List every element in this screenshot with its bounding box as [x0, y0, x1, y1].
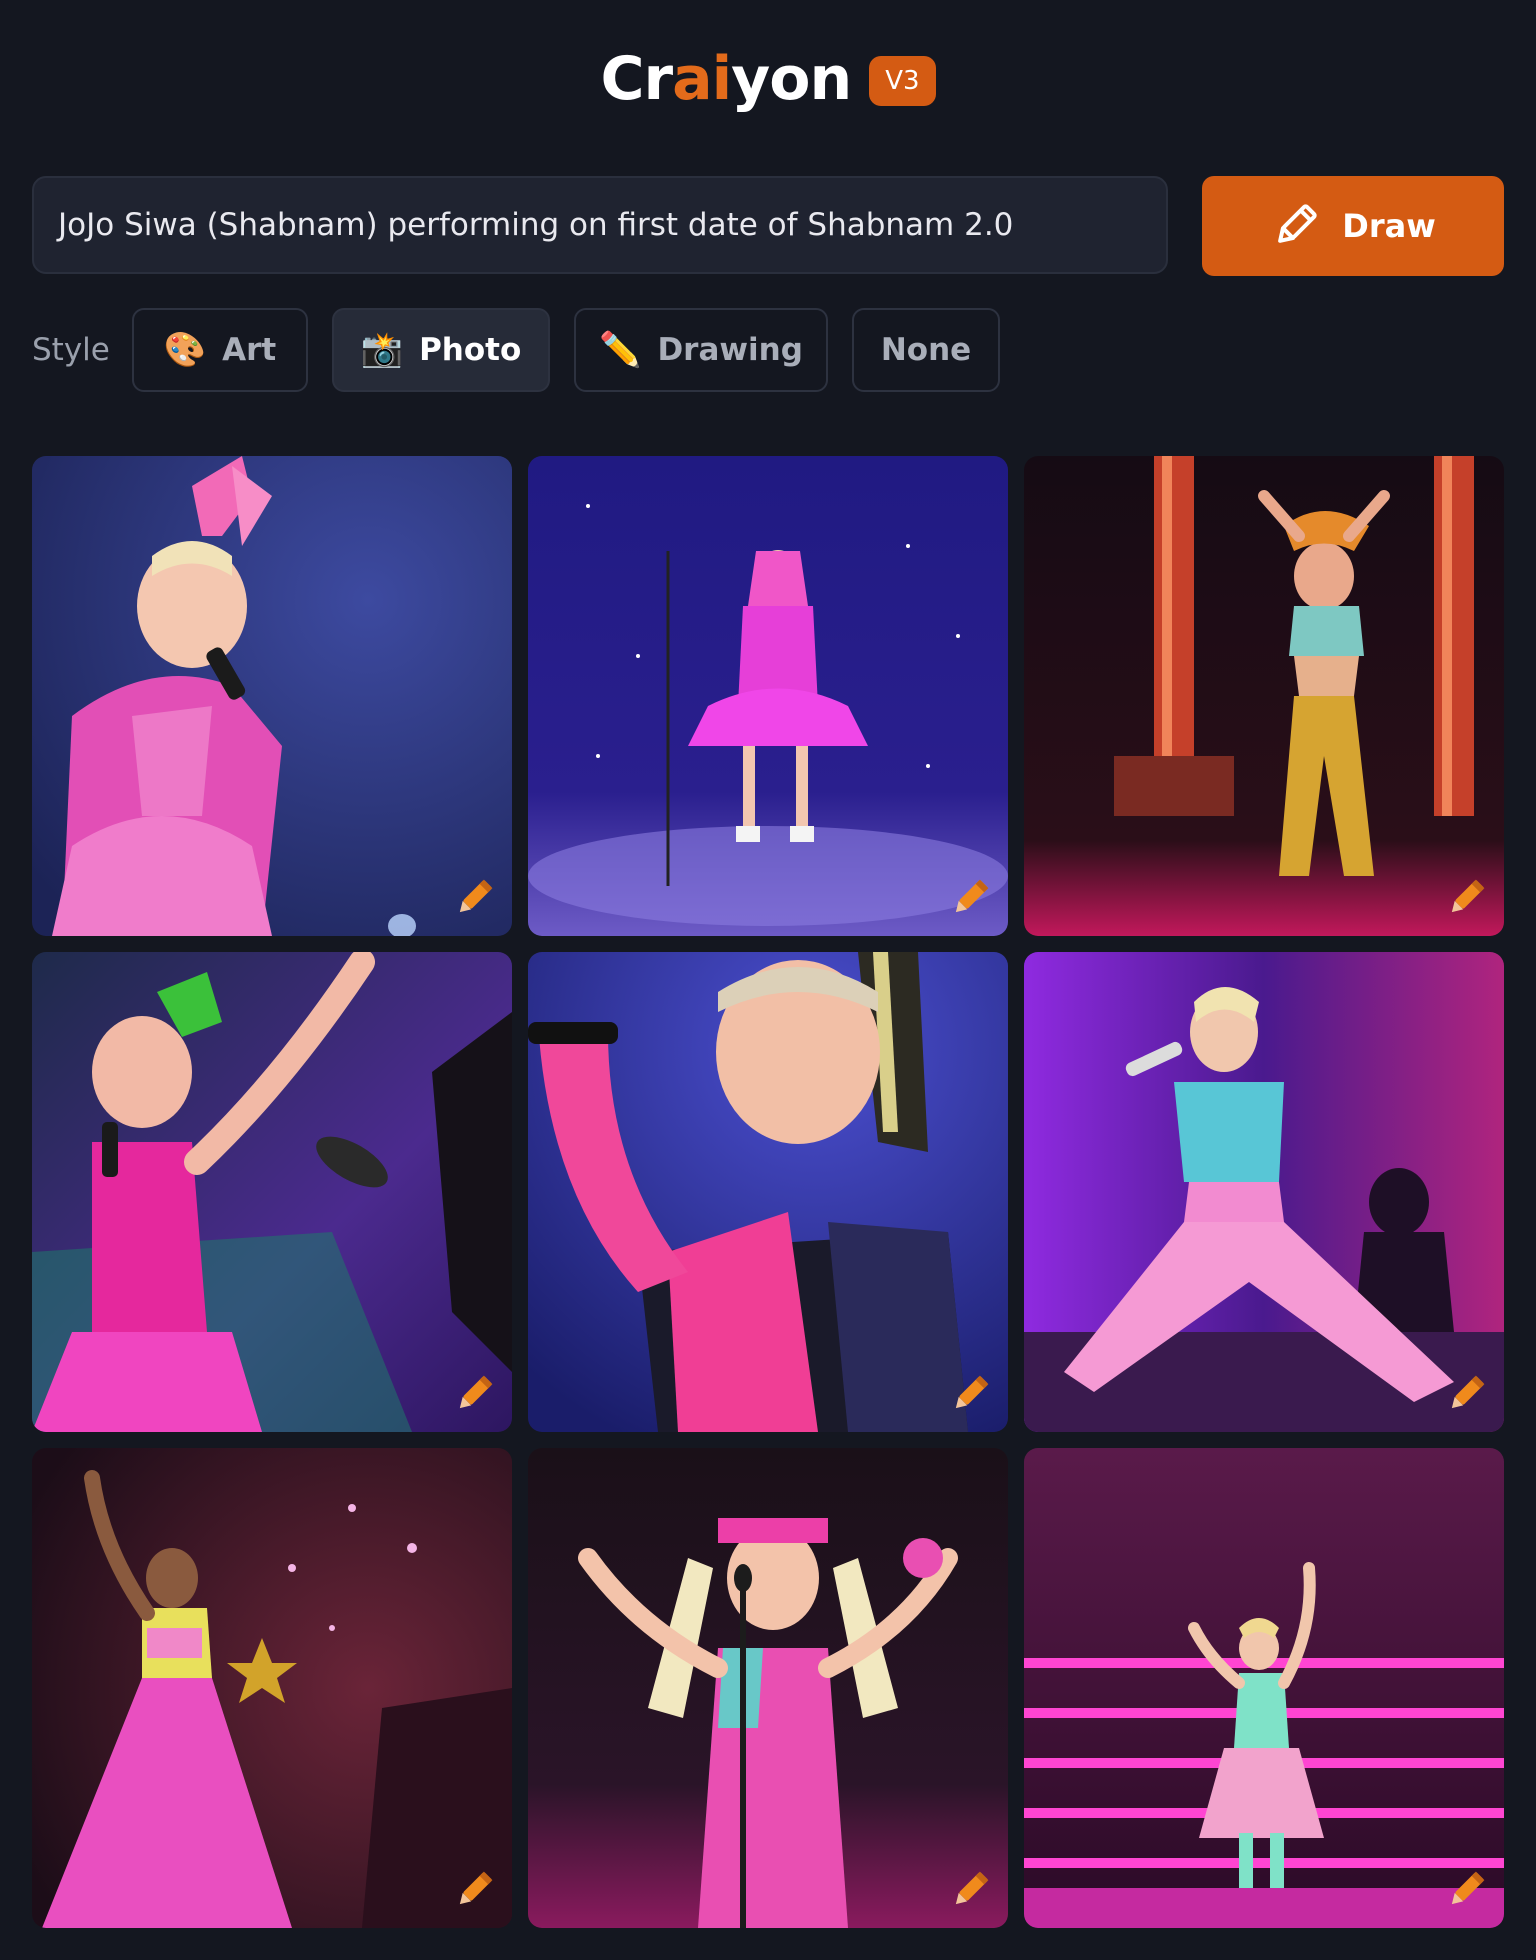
style-option-label: Art — [222, 332, 277, 368]
logo-prefix: Cr — [600, 44, 673, 114]
generated-image — [1024, 456, 1504, 936]
result-image-4[interactable] — [32, 952, 512, 1432]
result-image-3[interactable] — [1024, 456, 1504, 936]
result-image-1[interactable] — [32, 456, 512, 936]
draw-button[interactable]: Draw — [1202, 176, 1504, 276]
app-header: Craiyon V3 — [0, 34, 1536, 124]
craiyon-logo[interactable]: Craiyon — [600, 49, 852, 109]
generated-image — [528, 952, 1008, 1432]
style-option-photo[interactable]: 📸 Photo — [332, 308, 550, 392]
prompt-text: JoJo Siwa (Shabnam) performing on first … — [58, 207, 1014, 243]
pencil-icon: ✏️ — [599, 330, 642, 370]
generated-image — [528, 456, 1008, 936]
style-option-label: Drawing — [657, 332, 803, 368]
generated-image — [528, 1448, 1008, 1928]
generated-image — [1024, 952, 1504, 1432]
results-grid — [32, 456, 1504, 1928]
pencil-edit-icon[interactable] — [450, 1866, 498, 1914]
logo-suffix: yon — [731, 44, 852, 114]
pencil-edit-icon[interactable] — [450, 874, 498, 922]
style-option-none[interactable]: None — [852, 308, 1000, 392]
pencil-edit-icon[interactable] — [1442, 1866, 1490, 1914]
camera-flash-icon: 📸 — [360, 330, 404, 370]
style-option-art[interactable]: 🎨 Art — [132, 308, 308, 392]
palette-icon: 🎨 — [163, 330, 207, 370]
pencil-edit-icon[interactable] — [450, 1370, 498, 1418]
pencil-edit-icon[interactable] — [1442, 874, 1490, 922]
style-option-drawing[interactable]: ✏️ Drawing — [574, 308, 828, 392]
style-label: Style — [32, 332, 110, 368]
result-image-6[interactable] — [1024, 952, 1504, 1432]
pencil-edit-icon[interactable] — [1442, 1370, 1490, 1418]
generated-image — [32, 1448, 512, 1928]
logo-accent: ai — [672, 44, 732, 114]
result-image-7[interactable] — [32, 1448, 512, 1928]
pencil-edit-icon[interactable] — [946, 874, 994, 922]
generated-image — [1024, 1448, 1504, 1928]
style-option-label: None — [880, 332, 972, 368]
pencil-icon — [1278, 204, 1317, 243]
result-image-2[interactable] — [528, 456, 1008, 936]
result-image-9[interactable] — [1024, 1448, 1504, 1928]
pencil-edit-icon[interactable] — [946, 1370, 994, 1418]
generated-image — [32, 952, 512, 1432]
version-badge: V3 — [869, 56, 936, 106]
generated-image — [32, 456, 512, 936]
pencil-edit-icon[interactable] — [946, 1866, 994, 1914]
prompt-input[interactable]: JoJo Siwa (Shabnam) performing on first … — [32, 176, 1168, 274]
style-option-label: Photo — [419, 332, 522, 368]
result-image-5[interactable] — [528, 952, 1008, 1432]
result-image-8[interactable] — [528, 1448, 1008, 1928]
draw-button-label: Draw — [1342, 207, 1436, 245]
